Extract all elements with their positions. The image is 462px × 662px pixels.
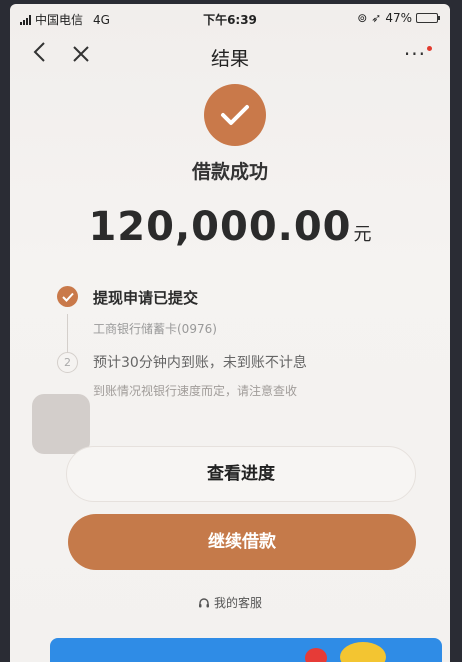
customer-service-label: 我的客服 (213, 596, 262, 610)
loan-amount: 120,000.00 (88, 204, 352, 250)
customer-service-link[interactable]: 我的客服 (10, 594, 450, 611)
step-2-title: 预计30分钟内到账，未到账不计息 (93, 355, 307, 371)
step-connector (67, 314, 68, 354)
view-progress-button[interactable]: 查看进度 (66, 446, 416, 502)
nav-bar: 结果 ··· (10, 32, 450, 80)
app-screen: 中国电信 4G 下午6:39 ⊚ ➶ 47% 结果 ··· 借款成功 120,0… (10, 4, 450, 662)
status-right: ⊚ ➶ 47% (357, 11, 440, 25)
step-1-subtitle: 工商银行储蓄卡(0976) (93, 322, 217, 336)
more-button[interactable]: ··· (403, 42, 432, 66)
banner-decoration (305, 648, 327, 662)
check-circle-icon (204, 84, 266, 146)
battery-icon (416, 13, 440, 23)
amount-unit: 元 (353, 224, 372, 245)
amount-row: 120,000.00 元 (10, 204, 450, 250)
step-2-number: 2 (57, 352, 78, 373)
location-icon: ➶ (371, 11, 382, 25)
lock-rotation-icon: ⊚ (357, 11, 368, 25)
page-title: 结果 (210, 48, 249, 70)
result-title: 借款成功 (191, 161, 268, 183)
more-dots-icon: ··· (403, 42, 426, 66)
step-2-subtitle: 到账情况视银行速度而定，请注意查收 (93, 384, 298, 398)
continue-borrow-button[interactable]: 继续借款 (68, 514, 416, 570)
banner-decoration (340, 642, 386, 662)
headset-icon (198, 597, 209, 607)
notification-dot (427, 46, 432, 51)
floating-overlay[interactable] (32, 394, 90, 454)
step-1-title: 提现申请已提交 (93, 289, 199, 307)
step-done-check-icon (57, 286, 78, 307)
promo-banner[interactable] (50, 638, 442, 662)
battery-percent: 47% (385, 11, 412, 25)
status-bar: 中国电信 4G 下午6:39 ⊚ ➶ 47% (10, 4, 450, 32)
